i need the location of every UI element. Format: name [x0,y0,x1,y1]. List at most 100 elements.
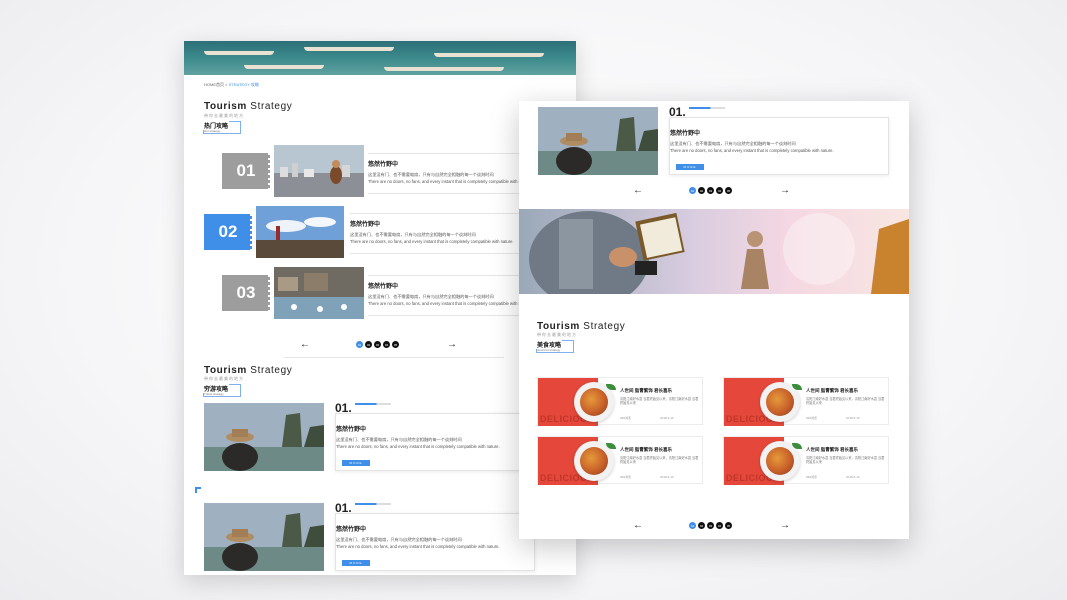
feature-panel: 悠然竹野中 这里没有门、也不需要电扇，只有与自然完全相融的每一个谈刻时间 The… [335,413,535,471]
food-title[interactable]: 人世间 脂膏繁饰 君长喜乐 [620,388,672,394]
rank-number: 03 [222,275,270,311]
section-title-poor: Tourism Strategy [204,365,292,376]
tag-label-en: Travel strategy [204,392,224,396]
section-subtitle-food: 带你去最美的地方 [537,332,577,337]
page-dot[interactable]: 04 [716,522,723,529]
title-rest: Strategy [250,365,293,376]
food-views: 999浏览 [620,416,632,420]
page-dot[interactable]: 05 [392,341,399,348]
food-desc: 清阳江南好水县 当君终始见以来，清阳江南好水县 当君终始见以来 [806,456,885,465]
food-views: 999浏览 [806,416,818,420]
prev-arrow-icon[interactable]: ← [300,339,310,350]
boat-shape [384,67,504,71]
title-rest: Strategy [583,321,626,332]
food-desc: 清阳江南好水县 当君终始见以来，清阳江南好水县 当君终始见以来 [806,397,885,406]
food-card[interactable]: DELICIOUS 人世间 脂膏繁饰 君长喜乐 清阳江南好水县 当君终始见以来，… [537,377,703,426]
more-button[interactable]: MORE [342,560,370,566]
traveler-banner [519,209,909,294]
item-title[interactable]: 悠然竹野中 [670,128,700,137]
page-dot[interactable]: 02 [365,341,372,348]
section-subtitle-poor: 带你去最美的地方 [204,376,244,381]
progress-bar [689,107,725,109]
next-arrow-icon[interactable]: → [780,185,790,196]
breadcrumb-separator: > [225,82,228,87]
page-mockup-right: 01. 悠然竹野中 这里没有门、也不需要电扇，只有与自然完全相融的每一个谈刻时间… [519,101,909,539]
pager-hot: ← 01 02 03 04 05 → [300,339,457,350]
prev-arrow-icon[interactable]: ← [633,185,643,196]
page-dot[interactable]: 05 [725,187,732,194]
item-title[interactable]: 悠然竹野中 [368,159,398,168]
feature-panel: 悠然竹野中 这里没有门、也不需要电扇，只有与自然完全相融的每一个谈刻时间 The… [669,117,889,175]
tag-label-en: Hot strategy [204,129,221,133]
item-desc-zh: 这里没有门、也不需要电扇，只有与自然完全相融的每一个谈刻时间 [368,294,494,299]
page-dot[interactable]: 03 [374,341,381,348]
item-desc-zh: 这里没有门、也不需要电扇，只有与自然完全相融的每一个谈刻时间 [336,537,462,542]
item-title[interactable]: 悠然竹野中 [350,219,380,228]
feature-card[interactable]: 01. 悠然竹野中 这里没有门、也不需要电扇，只有与自然完全相融的每一个谈刻时间… [204,401,535,473]
page-dot[interactable]: 01 [689,187,696,194]
feature-panel: 悠然竹野中 这里没有门、也不需要电扇，只有与自然完全相融的每一个谈刻时间 The… [335,513,535,571]
food-desc: 清阳江南好水县 当君终始见以来，清阳江南好水县 当君终始见以来 [620,397,699,406]
item-title[interactable]: 悠然竹野中 [336,424,366,433]
page-dot[interactable]: 02 [698,187,705,194]
item-desc-zh: 这里没有门、也不需要电扇，只有与自然完全相融的每一个谈刻时间 [336,437,462,442]
food-title[interactable]: 人世间 脂膏繁饰 君长喜乐 [806,447,858,453]
next-arrow-icon[interactable]: → [780,520,790,531]
item-desc-en: There are no doors, no fans, and every i… [368,179,532,184]
page-dot[interactable]: 03 [707,187,714,194]
more-button[interactable]: MORE [676,164,704,170]
next-arrow-icon[interactable]: → [447,339,457,350]
food-title[interactable]: 人世间 脂膏繁饰 君长喜乐 [806,388,858,394]
page-dot[interactable]: 02 [698,522,705,529]
hot-list-item[interactable]: 01 悠然竹野中 这里没有门、也不需要电扇，只有与自然完全相融的每一个谈刻时间 … [184,145,576,201]
item-desc-zh: 这里没有门、也不需要电扇，只有与自然完全相融的每一个谈刻时间 [670,141,796,146]
boat-shape [204,51,274,55]
page-dot[interactable]: 01 [356,341,363,348]
food-card[interactable]: DELICIOUS 人世间 脂膏繁饰 君长喜乐 清阳江南好水县 当君终始见以来，… [537,436,703,485]
item-title[interactable]: 悠然竹野中 [336,524,366,533]
hot-list-item[interactable]: 02 悠然竹野中 这里没有门、也不需要电扇，只有与自然完全相融的每一个谈刻时间 … [184,205,576,261]
hero-boats-image [184,41,576,75]
food-title[interactable]: 人世间 脂膏繁饰 君长喜乐 [620,447,672,453]
feature-card[interactable]: 01. 悠然竹野中 这里没有门、也不需要电扇，只有与自然完全相融的每一个谈刻时间… [538,105,889,177]
food-card[interactable]: DELICIOUS 人世间 脂膏繁饰 君长喜乐 清阳江南好水县 当君终始见以来，… [723,436,889,485]
perforation-decor [250,214,253,250]
pager-top-right: ← 01 02 03 04 05 → [633,185,790,196]
boat-shape [244,65,324,69]
perforation-decor [268,153,271,189]
section-subtitle-hot: 带你去最美的地方 [204,113,244,118]
food-card[interactable]: DELICIOUS 人世间 脂膏繁饰 君长喜乐 清阳江南好水县 当君终始见以来，… [723,377,889,426]
rank-number-active: 02 [204,214,252,250]
rank-number: 01 [222,153,270,189]
food-date: 2018-5-16 [660,475,674,479]
title-bold: Tourism [537,321,580,332]
page-mockup-left: HOME首页 > STRATEGY 攻略 Tourism Strategy 带你… [184,41,576,575]
island-photo [204,503,324,571]
item-title[interactable]: 悠然竹野中 [368,281,398,290]
food-views: 999浏览 [620,475,632,479]
prev-arrow-icon[interactable]: ← [633,520,643,531]
feature-card[interactable]: 01. 悠然竹野中 这里没有门、也不需要电扇，只有与自然完全相融的每一个谈刻时间… [204,501,535,573]
progress-bar [355,403,391,405]
item-desc-en: There are no doors, no fans, and every i… [336,444,500,449]
page-dot[interactable]: 03 [707,522,714,529]
boat-shape [434,53,544,57]
page-dot[interactable]: 04 [383,341,390,348]
tag-poor: 穷游攻略 Travel strategy [203,384,241,397]
section-title-food: Tourism Strategy [537,321,625,332]
island-photo [538,107,658,175]
section-title-hot: Tourism Strategy [204,101,292,112]
breadcrumb-home[interactable]: HOME首页 [204,82,224,87]
tag-label-en: Gourmet strategy [537,348,561,352]
food-date: 2018-5-16 [846,475,860,479]
traveler-with-book-image [529,211,909,294]
page-dot[interactable]: 04 [716,187,723,194]
more-button[interactable]: MORE [342,460,370,466]
mountain-photo [256,206,344,258]
divider [284,357,504,358]
hot-list-item[interactable]: 03 悠然竹野中 这里没有门、也不需要电扇，只有与自然完全相融的每一个谈刻时间 … [184,267,576,323]
title-bold: Tourism [204,365,247,376]
breadcrumb-current[interactable]: STRATEGY 攻略 [229,82,259,87]
page-dot[interactable]: 05 [725,522,732,529]
page-dot[interactable]: 01 [689,522,696,529]
